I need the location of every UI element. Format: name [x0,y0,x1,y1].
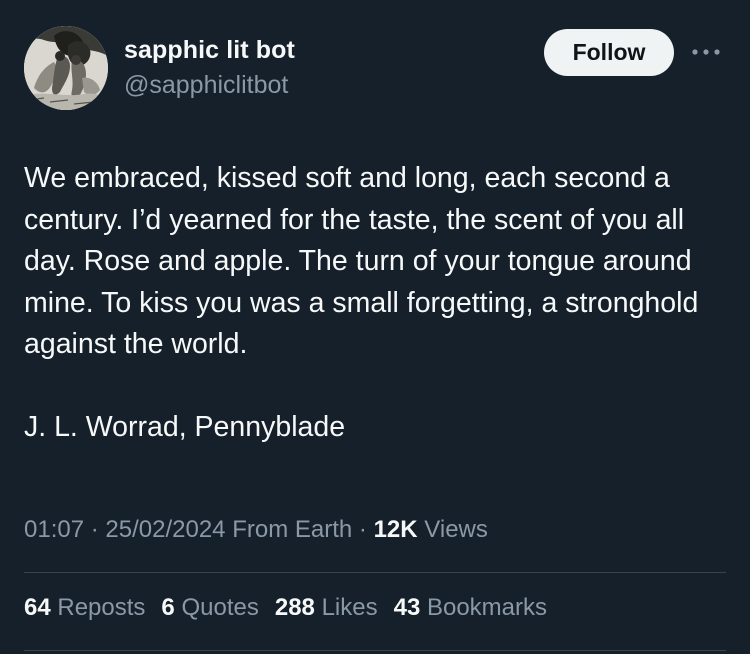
quotes-count: 6 [161,594,175,621]
quotes-stat[interactable]: 6 Quotes [161,594,258,622]
author-handle[interactable]: @sapphiclitbot [124,71,288,100]
ellipsis-icon [692,49,720,55]
tweet-card: sapphic lit bot @sapphiclitbot Follow We… [0,0,750,654]
likes-count: 288 [274,594,315,621]
divider [24,650,726,651]
engagement-stats: 64 Reposts 6 Quotes 288 Likes 43 Bookmar… [24,594,563,622]
engraving-avatar-icon [24,26,108,110]
meta-separator: · [90,516,106,543]
meta-separator: · [358,516,374,543]
tweet-time[interactable]: 01:07 [24,516,84,543]
reposts-label: Reposts [57,594,146,621]
more-options-button[interactable] [690,40,722,64]
reposts-count: 64 [24,594,51,621]
likes-label: Likes [321,594,378,621]
reposts-stat[interactable]: 64 Reposts [24,594,145,622]
tweet-text: We embraced, kissed soft and long, each … [24,162,699,360]
likes-stat[interactable]: 288 Likes [275,594,378,622]
tweet-meta: 01:07 · 25/02/2024 From Earth · 12K View… [24,516,488,544]
views-label[interactable]: Views [424,516,488,543]
bookmarks-stat[interactable]: 43 Bookmarks [394,594,547,622]
bookmarks-label: Bookmarks [426,594,548,621]
tweet-date[interactable]: 25/02/2024 [105,516,225,543]
tweet-attribution: J. L. Worrad, Pennyblade [24,411,346,443]
follow-button[interactable]: Follow [544,29,674,76]
divider [24,572,726,573]
author-avatar[interactable] [24,26,108,110]
tweet-source: From Earth [232,516,353,543]
quotes-label: Quotes [181,594,259,621]
author-display-name[interactable]: sapphic lit bot [124,36,295,65]
bookmarks-count: 43 [393,594,421,621]
tweet-body: We embraced, kissed soft and long, each … [24,158,730,449]
views-count[interactable]: 12K [374,516,418,543]
